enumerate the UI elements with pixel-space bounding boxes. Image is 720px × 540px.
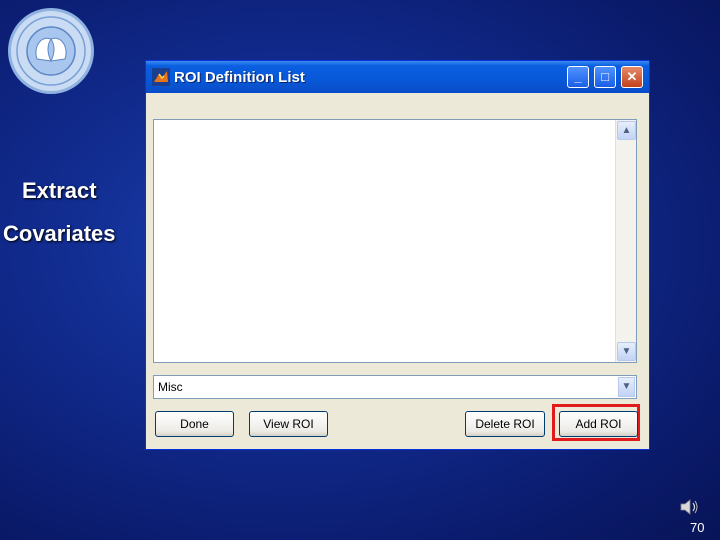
category-dropdown[interactable]: Misc ▼ xyxy=(153,375,637,399)
close-button[interactable]: ✕ xyxy=(621,66,643,88)
window-title: ROI Definition List xyxy=(174,69,305,86)
slide-heading-line1: Extract xyxy=(22,178,97,203)
minimize-button[interactable]: _ xyxy=(567,66,589,88)
dropdown-selected-value: Misc xyxy=(158,380,183,394)
view-roi-button[interactable]: View ROI xyxy=(249,411,328,437)
chevron-down-icon[interactable]: ▼ xyxy=(618,377,635,397)
scroll-down-icon[interactable]: ▼ xyxy=(617,342,636,361)
matlab-icon xyxy=(152,68,170,86)
maximize-button[interactable]: □ xyxy=(594,66,616,88)
slide-heading-line2: Covariates xyxy=(3,221,116,246)
university-logo xyxy=(8,8,94,94)
scroll-up-icon[interactable]: ▲ xyxy=(617,121,636,140)
roi-definition-window: ROI Definition List _ □ ✕ ▲ ▼ Misc ▼ Don… xyxy=(145,60,650,450)
roi-listbox[interactable]: ▲ ▼ xyxy=(153,119,637,363)
speaker-icon[interactable] xyxy=(678,496,700,518)
add-roi-button[interactable]: Add ROI xyxy=(559,411,638,437)
listbox-scrollbar[interactable]: ▲ ▼ xyxy=(615,120,636,362)
delete-roi-button[interactable]: Delete ROI xyxy=(465,411,545,437)
window-titlebar[interactable]: ROI Definition List _ □ ✕ xyxy=(146,61,649,93)
done-button[interactable]: Done xyxy=(155,411,234,437)
page-number: 70 xyxy=(690,520,705,535)
window-client-area: ▲ ▼ Misc ▼ Done View ROI Delete ROI Add … xyxy=(147,93,648,448)
